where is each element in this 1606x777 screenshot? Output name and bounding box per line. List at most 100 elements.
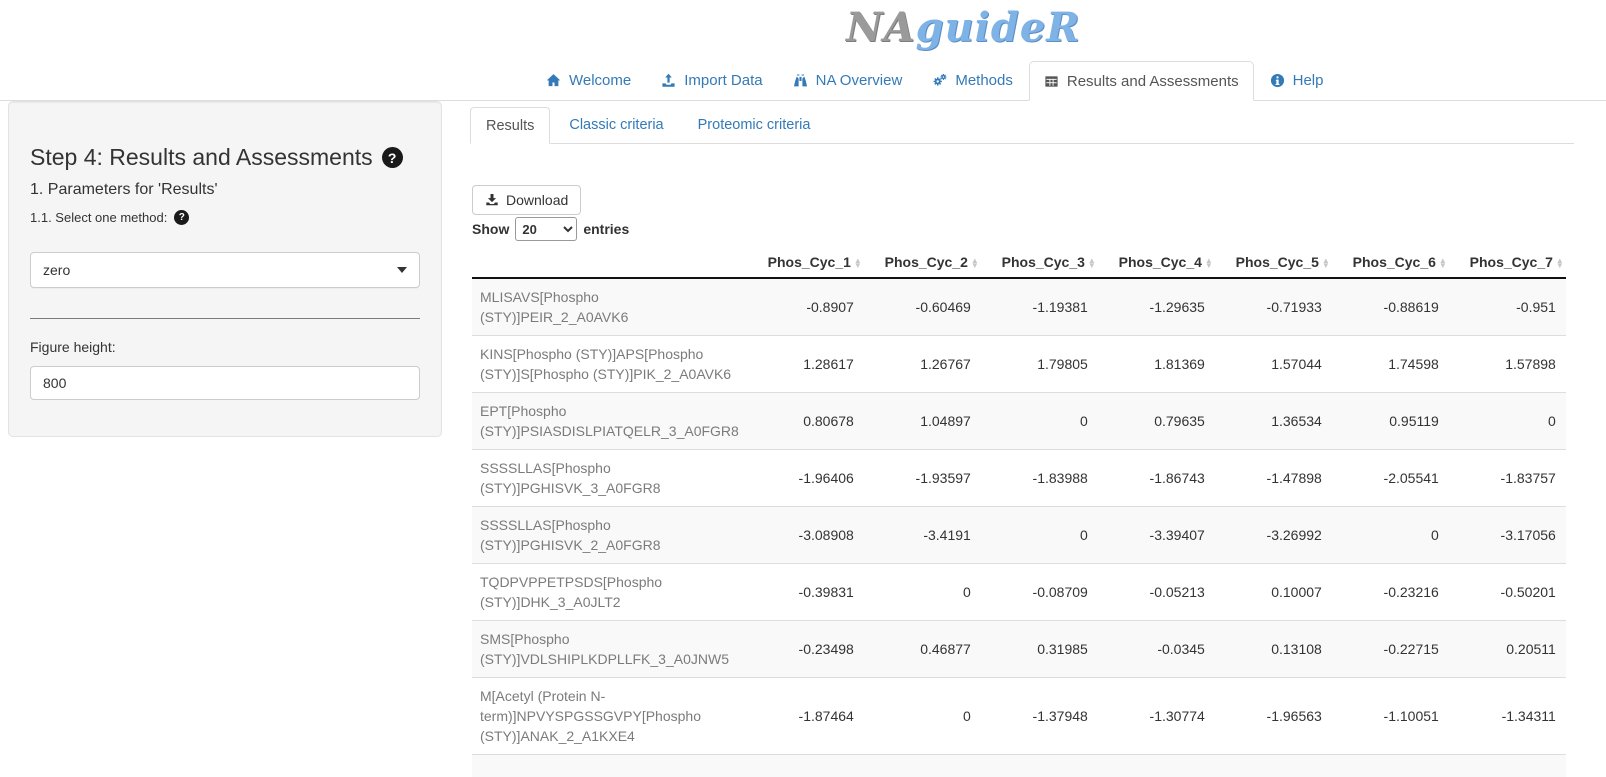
row-name: M[Acetyl (Protein N-term)]NPVYSPGSSGVPY[… [472, 678, 747, 755]
caret-down-icon [397, 267, 407, 273]
cell-value: 0 [981, 507, 1098, 564]
cell-value: 1.79805 [981, 336, 1098, 393]
tab-classic-criteria[interactable]: Classic criteria [554, 107, 678, 143]
table-row: TQDPVPPETPSDS[Phospho (STY)]DHK_3_A0JLT2… [472, 564, 1566, 621]
cell-value: -0.22715 [1332, 621, 1449, 678]
download-label: Download [506, 192, 568, 208]
main-navbar: WelcomeImport DataNA OverviewMethodsResu… [0, 61, 1606, 101]
cell-value: 1.81369 [1098, 336, 1215, 393]
cell-value: 0 [981, 393, 1098, 450]
cell-value: 1.28617 [747, 336, 864, 393]
nav-tab-results-and-assessments[interactable]: Results and Assessments [1029, 61, 1254, 101]
cell-value: -3.39407 [1098, 507, 1215, 564]
cell-value: 0 [864, 564, 981, 621]
nav-tab-help[interactable]: Help [1256, 61, 1338, 100]
logo-text-guider: guideR [916, 4, 1081, 51]
cell-value: -1.96563 [1215, 678, 1332, 755]
cell-value: 1.26767 [864, 336, 981, 393]
nav-tab-welcome[interactable]: Welcome [532, 61, 645, 100]
cell-value: 0.20511 [1449, 621, 1566, 678]
cell-value: 1.57044 [1215, 336, 1332, 393]
sidebar-panel: Step 4: Results and Assessments 1. Param… [8, 101, 442, 437]
sort-icon: ▲▼ [1556, 258, 1564, 268]
logo-text-na: NA [846, 4, 916, 51]
question-circle-icon[interactable] [382, 147, 403, 168]
row-name: KINS[Phospho (STY)]APS[Phospho (STY)]S[P… [472, 336, 747, 393]
sort-icon: ▲▼ [1088, 258, 1096, 268]
column-header-phos-cyc-6[interactable]: Phos_Cyc_6▲▼ [1332, 248, 1449, 278]
figure-height-label: Figure height: [30, 339, 420, 355]
method-select-value: zero [43, 262, 70, 278]
tab-proteomic-criteria[interactable]: Proteomic criteria [683, 107, 826, 143]
table-row: M[Acetyl (Protein N-term)]NPVYSPGSSGVPY[… [472, 678, 1566, 755]
cell-value: -1.19381 [981, 278, 1098, 336]
rowname-column-header [472, 248, 747, 278]
tab-results[interactable]: Results [470, 107, 550, 144]
cell-value: -0.0345 [1098, 621, 1215, 678]
nav-tab-na-overview[interactable]: NA Overview [779, 61, 917, 100]
cell-value: -0.50201 [1449, 564, 1566, 621]
cell-value: 0.80678 [747, 393, 864, 450]
cell-value: -0.08709 [981, 564, 1098, 621]
method-label: 1.1. Select one method: [30, 210, 167, 225]
download-icon [485, 193, 499, 207]
sort-icon: ▲▼ [1439, 258, 1447, 268]
home-icon [546, 73, 561, 88]
sidebar-divider [30, 318, 420, 319]
column-header-phos-cyc-3[interactable]: Phos_Cyc_3▲▼ [981, 248, 1098, 278]
cell-value: -0.71933 [1215, 278, 1332, 336]
cell-value: 1.74598 [1332, 336, 1449, 393]
table-length-control: Show 20 entries [472, 217, 629, 241]
upload-icon [661, 73, 676, 88]
row-name: TQDPVPPETPSDS[Phospho (STY)]DHK_3_A0JLT2 [472, 564, 747, 621]
cell-value: -0.23216 [1332, 564, 1449, 621]
row-name: SSSSLLAS[Phospho (STY)]PGHISVK_3_A0FGR8 [472, 450, 747, 507]
cell-value: 0.79635 [1098, 393, 1215, 450]
cell-value: -0.951 [1449, 278, 1566, 336]
step-title: Step 4: Results and Assessments [30, 144, 373, 171]
cell-value: 1.57898 [1449, 336, 1566, 393]
table-row-partial [472, 755, 1566, 777]
results-tabset: ResultsClassic criteriaProteomic criteri… [470, 107, 1574, 144]
row-name: SSSSLLAS[Phospho (STY)]PGHISVK_2_A0FGR8 [472, 507, 747, 564]
cell-value: -0.23498 [747, 621, 864, 678]
gears-icon [932, 73, 947, 88]
table-row: SSSSLLAS[Phospho (STY)]PGHISVK_2_A0FGR8-… [472, 507, 1566, 564]
cell-value: -3.4191 [864, 507, 981, 564]
cell-value: 0.10007 [1215, 564, 1332, 621]
cell-value: 0.95119 [1332, 393, 1449, 450]
nav-tab-methods[interactable]: Methods [918, 61, 1027, 100]
cell-value: -1.83757 [1449, 450, 1566, 507]
row-name: SMS[Phospho (STY)]VDLSHIPLKDPLLFK_3_A0JN… [472, 621, 747, 678]
column-header-phos-cyc-7[interactable]: Phos_Cyc_7▲▼ [1449, 248, 1566, 278]
table-row: KINS[Phospho (STY)]APS[Phospho (STY)]S[P… [472, 336, 1566, 393]
download-button[interactable]: Download [472, 185, 581, 215]
cell-value: -1.10051 [1332, 678, 1449, 755]
table-row: SSSSLLAS[Phospho (STY)]PGHISVK_3_A0FGR8 -… [472, 450, 1566, 507]
cell-value: -1.83988 [981, 450, 1098, 507]
cell-value: -3.08908 [747, 507, 864, 564]
nav-tab-import-data[interactable]: Import Data [647, 61, 776, 100]
sort-icon: ▲▼ [971, 258, 979, 268]
cell-value: -1.37948 [981, 678, 1098, 755]
column-header-phos-cyc-5[interactable]: Phos_Cyc_5▲▼ [1215, 248, 1332, 278]
sort-icon: ▲▼ [854, 258, 862, 268]
cell-value: -0.39831 [747, 564, 864, 621]
cell-value: -3.17056 [1449, 507, 1566, 564]
cell-value: -1.34311 [1449, 678, 1566, 755]
cell-value: 0.46877 [864, 621, 981, 678]
question-circle-icon[interactable] [174, 210, 189, 225]
cell-value: -3.26992 [1215, 507, 1332, 564]
parameters-heading: 1. Parameters for 'Results' [30, 181, 420, 199]
entries-select[interactable]: 20 [515, 217, 577, 241]
method-select[interactable]: zero [30, 252, 420, 288]
table-icon [1044, 74, 1059, 89]
cell-value: 1.04897 [864, 393, 981, 450]
column-header-phos-cyc-1[interactable]: Phos_Cyc_1▲▼ [747, 248, 864, 278]
figure-height-input[interactable] [30, 366, 420, 400]
column-header-phos-cyc-4[interactable]: Phos_Cyc_4▲▼ [1098, 248, 1215, 278]
cell-value: -1.30774 [1098, 678, 1215, 755]
cell-value: -1.87464 [747, 678, 864, 755]
sort-icon: ▲▼ [1205, 258, 1213, 268]
column-header-phos-cyc-2[interactable]: Phos_Cyc_2▲▼ [864, 248, 981, 278]
